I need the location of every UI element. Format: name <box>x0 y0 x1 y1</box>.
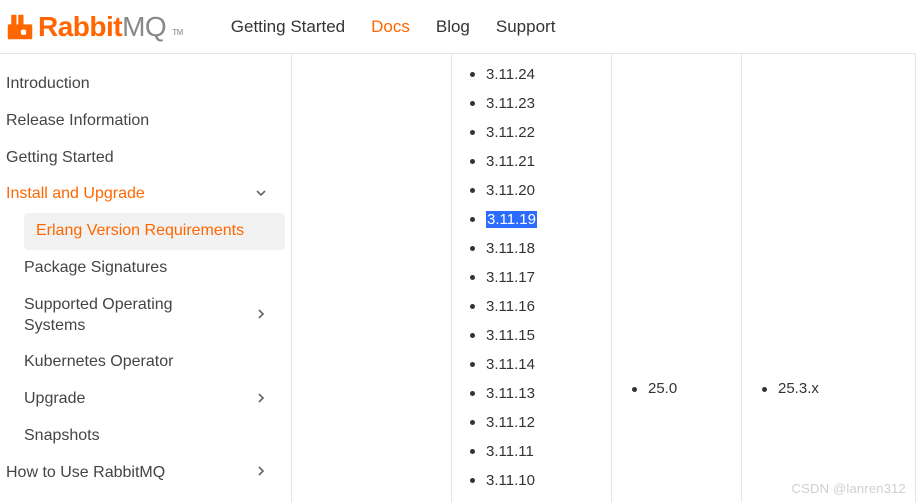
version-item: 3.11.11 <box>470 437 611 466</box>
sidebar-item-label: How to Use RabbitMQ <box>6 463 165 484</box>
version-item: 3.11.23 <box>470 89 611 118</box>
min-erlang-value: 25.0 <box>648 380 677 397</box>
main: Introduction Release Information Getting… <box>0 54 916 502</box>
sidebar-item-label: Install and Upgrade <box>6 184 145 205</box>
content-area: 3.11.243.11.233.11.223.11.213.11.20 3.11.… <box>292 54 916 502</box>
sidebar-item-label: Package Signatures <box>24 258 167 279</box>
version-item: 3.11.18 <box>470 234 611 263</box>
table-col-rabbitmq-version: 3.11.243.11.233.11.223.11.213.11.20 3.11.… <box>452 54 612 502</box>
chevron-right-icon <box>253 463 269 483</box>
highlighted-version: 3.11.19 <box>486 211 537 228</box>
version-item: 3.11.12 <box>470 408 611 437</box>
logo-trademark: TM <box>172 28 183 37</box>
table-col-spacer <box>292 54 452 502</box>
sidebar-item-upgrade[interactable]: Upgrade <box>18 381 291 418</box>
sidebar-item-label: Release Information <box>6 111 149 132</box>
version-item: 3.11.14 <box>470 350 611 379</box>
top-nav: Getting Started Docs Blog Support <box>231 17 556 37</box>
nav-blog[interactable]: Blog <box>436 17 470 37</box>
sidebar-item-erlang-requirements[interactable]: Erlang Version Requirements <box>24 213 285 250</box>
sidebar-item-label: Introduction <box>6 74 90 95</box>
sidebar-item-label: Supported Operating Systems <box>24 295 214 337</box>
version-item: 3.11.24 <box>470 60 611 89</box>
sidebar-item-how-to-use[interactable]: How to Use RabbitMQ <box>0 455 291 492</box>
version-item: 3.11.19 <box>470 205 611 234</box>
sidebar-item-label: Snapshots <box>24 426 100 447</box>
chevron-right-icon <box>253 390 269 410</box>
rabbitmq-icon <box>6 13 34 41</box>
list-item: 25.3.x <box>762 380 915 397</box>
sidebar-submenu: Erlang Version Requirements Package Sign… <box>0 213 291 455</box>
chevron-right-icon <box>253 306 269 326</box>
table-col-min-erlang: 25.0 <box>612 54 742 502</box>
version-list: 3.11.243.11.233.11.223.11.213.11.20 3.11.… <box>452 60 611 495</box>
sidebar-item-install-upgrade[interactable]: Install and Upgrade <box>0 176 291 213</box>
version-item: 3.11.16 <box>470 292 611 321</box>
sidebar-item-getting-started[interactable]: Getting Started <box>0 140 291 177</box>
sidebar-item-snapshots[interactable]: Snapshots <box>18 418 291 455</box>
nav-docs[interactable]: Docs <box>371 17 410 37</box>
logo-text-rabbit: Rabbit <box>38 11 122 42</box>
sidebar-item-kubernetes-operator[interactable]: Kubernetes Operator <box>18 344 291 381</box>
nav-getting-started[interactable]: Getting Started <box>231 17 345 37</box>
sidebar-item-supported-os[interactable]: Supported Operating Systems <box>18 287 291 345</box>
sidebar-item-label: Kubernetes Operator <box>24 352 173 373</box>
watermark: CSDN @lanren312 <box>792 481 906 496</box>
version-item: 3.11.17 <box>470 263 611 292</box>
version-item: 3.11.22 <box>470 118 611 147</box>
sidebar-item-release-info[interactable]: Release Information <box>0 103 291 140</box>
list-item: 25.0 <box>632 380 741 397</box>
sidebar-item-how-to-manage[interactable]: How to Manage RabbitMQ <box>0 492 291 502</box>
sidebar: Introduction Release Information Getting… <box>0 54 292 502</box>
chevron-down-icon <box>253 185 269 205</box>
sidebar-item-package-signatures[interactable]: Package Signatures <box>18 250 291 287</box>
version-item: 3.11.21 <box>470 147 611 176</box>
sidebar-item-label: Erlang Version Requirements <box>36 221 244 242</box>
table-col-max-erlang: 25.3.x <box>742 54 916 502</box>
sidebar-item-introduction[interactable]: Introduction <box>0 66 291 103</box>
nav-support[interactable]: Support <box>496 17 556 37</box>
version-item: 3.11.20 <box>470 176 611 205</box>
sidebar-item-label: Upgrade <box>24 389 85 410</box>
sidebar-item-label: Getting Started <box>6 148 114 169</box>
header: RabbitMQ TM Getting Started Docs Blog Su… <box>0 0 916 54</box>
logo[interactable]: RabbitMQ TM <box>6 11 183 43</box>
max-erlang-value: 25.3.x <box>778 380 819 397</box>
logo-text-mq: MQ <box>122 11 166 42</box>
version-item: 3.11.15 <box>470 321 611 350</box>
version-item: 3.11.13 <box>470 379 611 408</box>
version-item: 3.11.10 <box>470 466 611 495</box>
